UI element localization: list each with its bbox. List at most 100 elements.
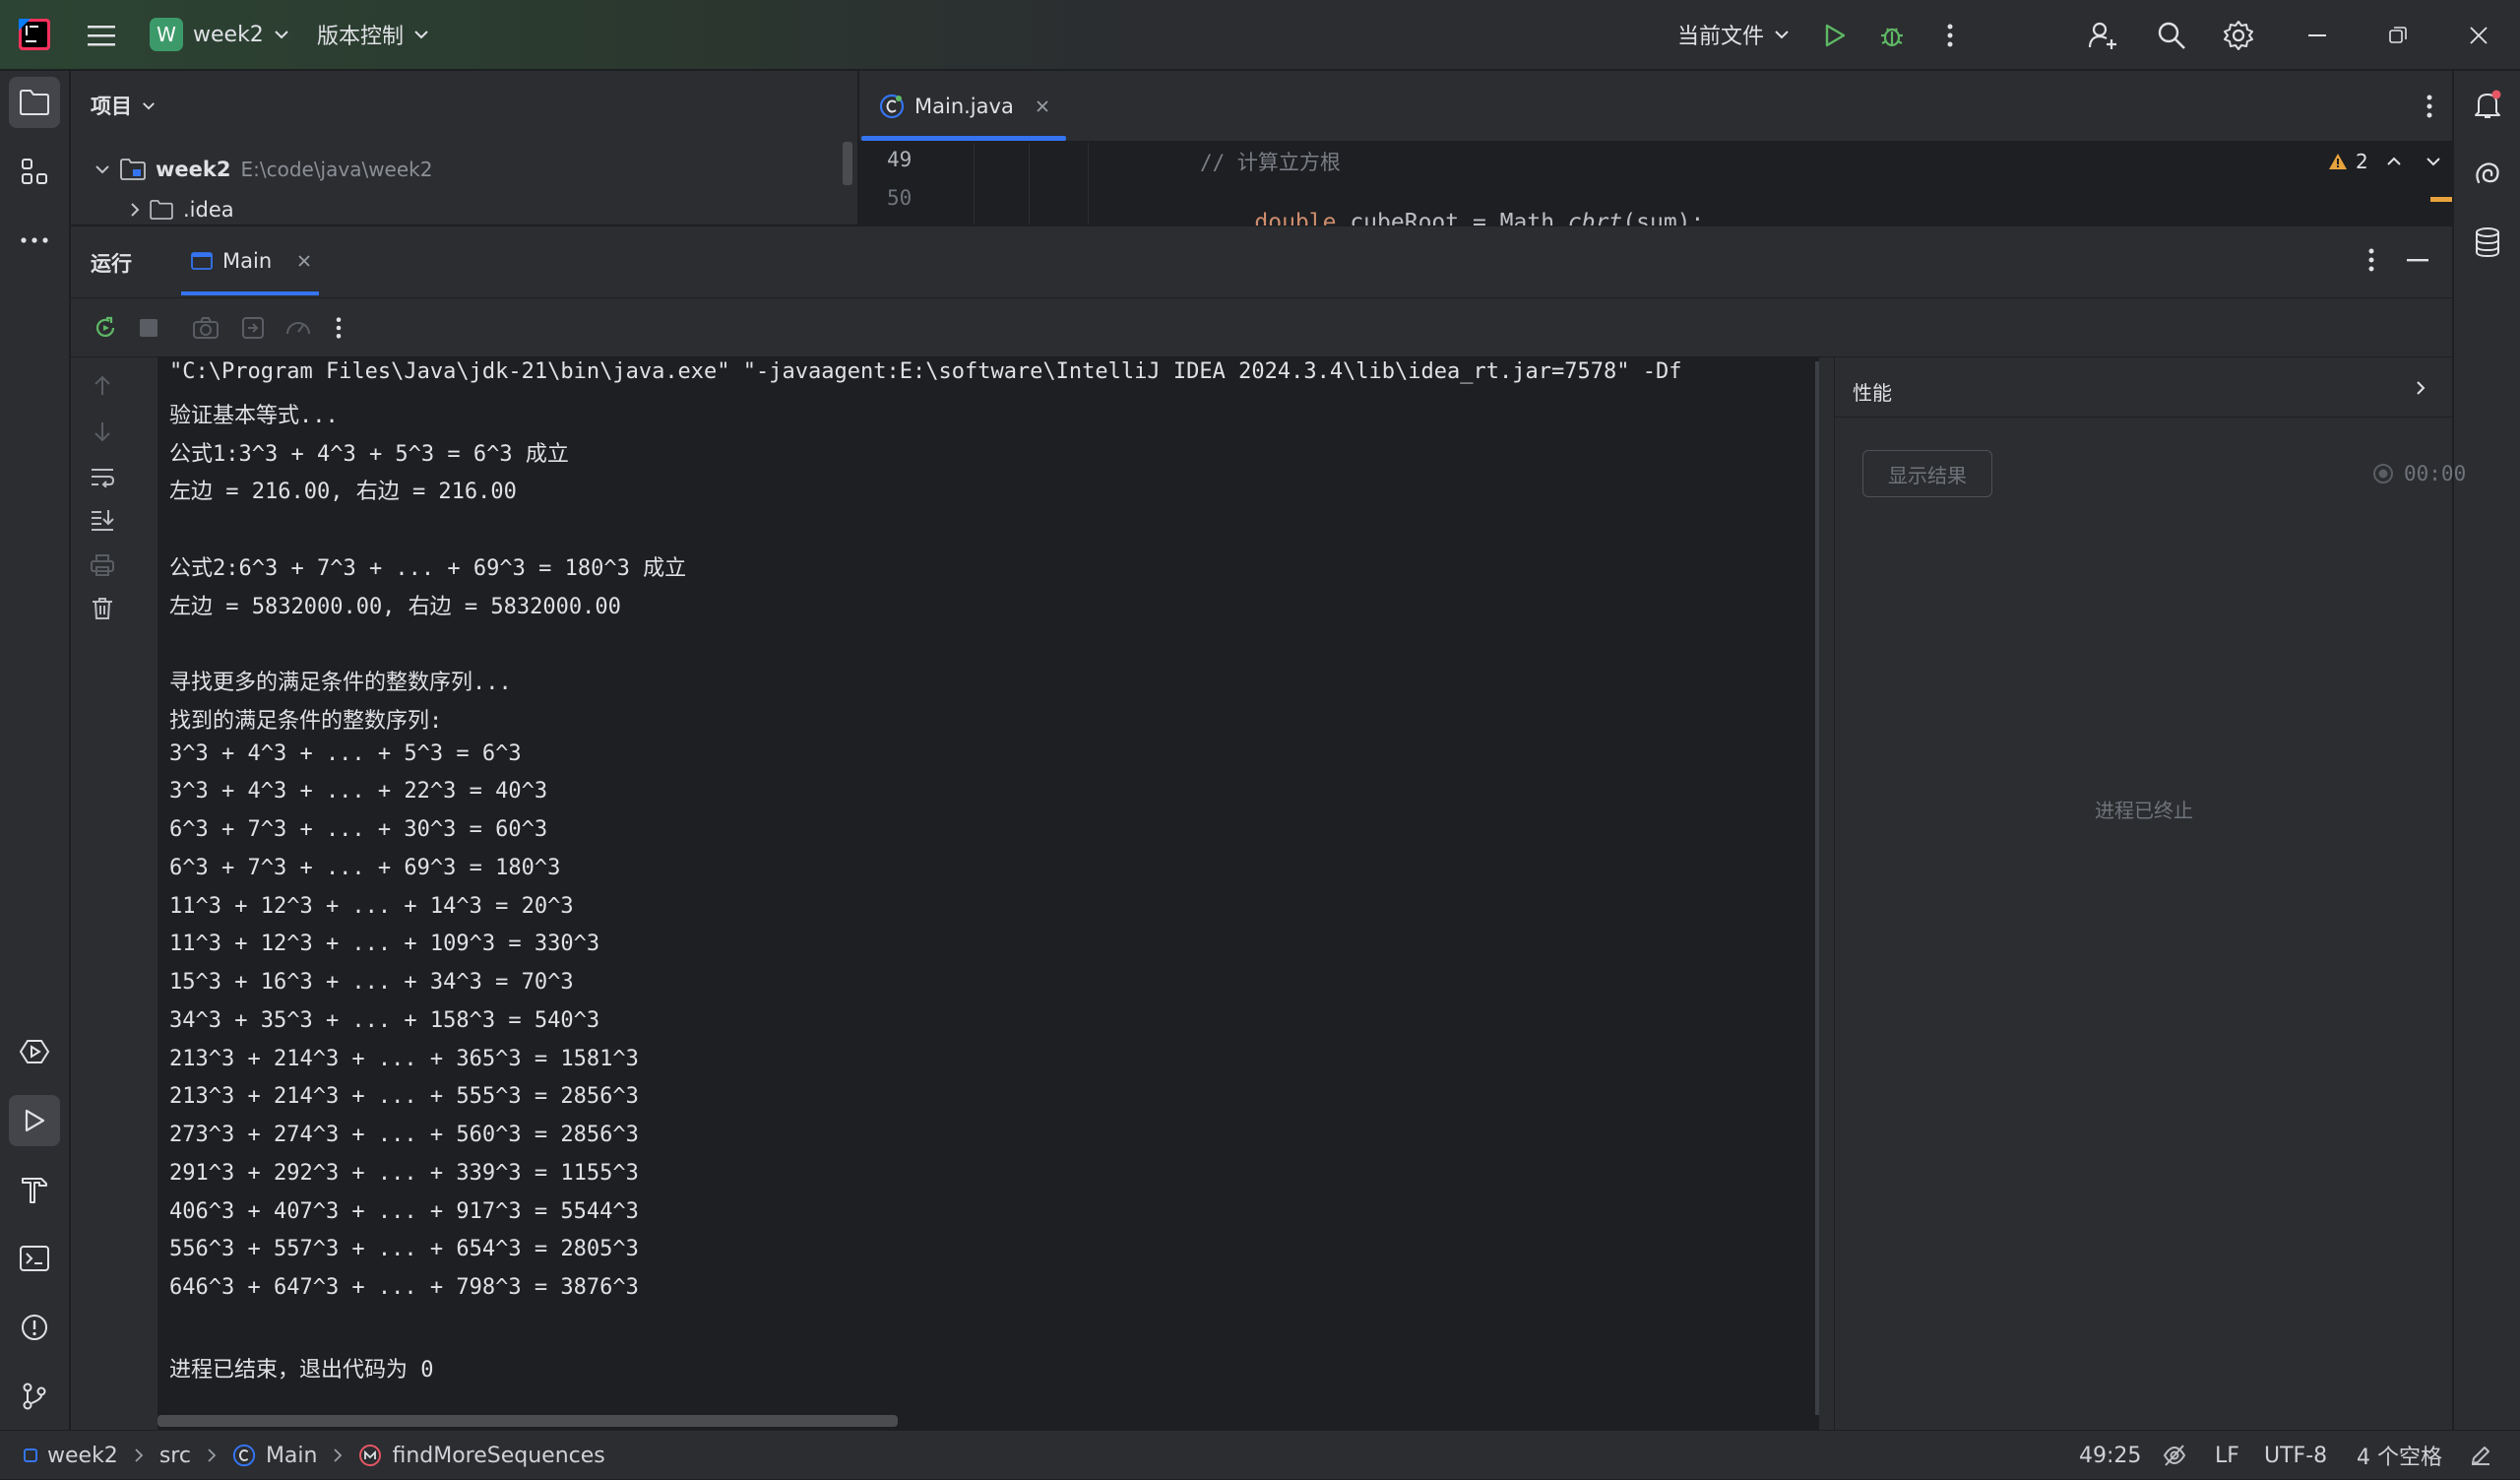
console-line: 406^3 + 407^3 + ... + 917^3 = 5544^3 xyxy=(169,1198,639,1224)
project-tool-button[interactable] xyxy=(9,77,60,128)
settings-gear-icon[interactable] xyxy=(2219,16,2258,55)
tree-row-idea[interactable]: .idea xyxy=(130,195,234,225)
indent-setting[interactable]: 4 个空格 xyxy=(2357,1431,2442,1480)
chevron-right-icon[interactable] xyxy=(130,202,140,218)
show-results-button[interactable]: 显示结果 xyxy=(1862,450,1992,497)
console-line: 左边 = 216.00, 右边 = 216.00 xyxy=(169,480,517,505)
problems-icon xyxy=(22,1315,47,1340)
run-tab-main[interactable]: Main xyxy=(181,236,321,286)
performance-panel: 性能 显示结果 00:00 进程已终止 xyxy=(1834,357,2466,1431)
chevron-down-icon[interactable] xyxy=(2426,157,2441,166)
git-tool-button[interactable] xyxy=(9,1371,60,1422)
structure-tool-button[interactable] xyxy=(9,146,60,197)
error-stripe-marker[interactable] xyxy=(2430,197,2452,202)
folder-icon xyxy=(20,90,49,115)
main-menu-icon[interactable] xyxy=(85,20,118,51)
more-horizontal-icon xyxy=(21,237,48,243)
title-bar: W week2 版本控制 当前文件 xyxy=(0,0,2520,70)
divider xyxy=(1835,417,2453,418)
readonly-toggle-icon[interactable] xyxy=(2469,1431,2492,1480)
close-window-icon[interactable] xyxy=(2459,16,2498,55)
run-config-label: 当前文件 xyxy=(1677,25,1765,49)
breadcrumb-item[interactable]: src xyxy=(159,1444,191,1468)
divider xyxy=(71,297,2452,298)
debug-button[interactable] xyxy=(1874,18,1910,53)
notifications-button[interactable] xyxy=(2462,79,2513,130)
project-scrollbar[interactable] xyxy=(843,142,852,185)
console-horizontal-scrollbar[interactable] xyxy=(158,1415,898,1427)
rerun-button[interactable] xyxy=(89,311,122,345)
run-button[interactable] xyxy=(1817,18,1853,53)
record-icon xyxy=(2373,464,2393,483)
terminal-tool-button[interactable] xyxy=(9,1233,60,1284)
run-panel-options-icon[interactable] xyxy=(2357,242,2386,278)
editor-tabs-more-icon[interactable] xyxy=(2415,89,2444,124)
module-icon xyxy=(24,1448,37,1462)
active-tab-underline xyxy=(861,136,1066,141)
print-icon[interactable] xyxy=(87,549,118,581)
chevron-right-icon xyxy=(135,1448,144,1462)
breadcrumb-item[interactable]: week2 xyxy=(47,1444,118,1468)
chevron-right-icon[interactable] xyxy=(2406,373,2435,403)
console-line: "C:\Program Files\Java\jdk-21\bin\java.e… xyxy=(169,359,1682,384)
code-with-me-icon[interactable] xyxy=(2083,16,2122,55)
console-line: 11^3 + 12^3 + ... + 14^3 = 20^3 xyxy=(169,893,574,919)
services-tool-button[interactable] xyxy=(9,1026,60,1077)
database-button[interactable] xyxy=(2462,217,2513,268)
soft-wrap-icon[interactable] xyxy=(87,461,118,492)
problems-tool-button[interactable] xyxy=(9,1302,60,1353)
chevron-up-icon[interactable] xyxy=(2386,157,2402,166)
profiler-icon[interactable] xyxy=(282,311,315,345)
minimize-window-icon[interactable] xyxy=(2298,16,2337,55)
tree-row-root[interactable]: week2 E:\code\java\week2 xyxy=(94,154,432,185)
scroll-down-icon[interactable] xyxy=(87,416,118,447)
vcs-widget[interactable]: 版本控制 xyxy=(317,16,429,53)
project-widget[interactable]: W week2 xyxy=(150,16,289,53)
project-panel-header[interactable]: 项目 xyxy=(91,91,156,120)
restore-layout-icon[interactable] xyxy=(236,311,270,345)
warning-count: 2 xyxy=(2356,150,2368,173)
console-output[interactable]: "C:\Program Files\Java\jdk-21\bin\java.e… xyxy=(158,357,1819,1431)
run-toolbar-more-icon[interactable] xyxy=(327,311,350,345)
search-icon[interactable] xyxy=(2152,16,2191,55)
scroll-to-end-icon[interactable] xyxy=(87,504,118,536)
thread-dump-icon[interactable] xyxy=(189,311,222,345)
caret-position[interactable]: 49:25 xyxy=(2079,1431,2141,1480)
console-vertical-scrollbar[interactable] xyxy=(1815,361,1819,1415)
run-icon xyxy=(25,1109,45,1132)
breadcrumb-item[interactable]: findMoreSequences xyxy=(392,1444,604,1468)
services-icon xyxy=(19,1040,50,1063)
close-tab-icon[interactable] xyxy=(297,254,311,268)
scroll-up-icon[interactable] xyxy=(87,370,118,402)
line-number: 50 xyxy=(887,186,913,210)
more-actions-icon[interactable] xyxy=(1935,18,1965,53)
inspection-widget[interactable]: 2 xyxy=(2328,150,2441,173)
left-tool-strip xyxy=(0,71,70,1430)
build-tool-button[interactable] xyxy=(9,1164,60,1215)
tree-item-label: .idea xyxy=(183,198,234,222)
right-tool-strip xyxy=(2453,71,2520,1430)
more-tools-button[interactable] xyxy=(9,215,60,266)
line-separator[interactable]: LF xyxy=(2215,1431,2239,1480)
run-tool-button[interactable] xyxy=(9,1095,60,1146)
run-config-selector[interactable]: 当前文件 xyxy=(1677,16,1790,53)
restore-window-icon[interactable] xyxy=(2378,16,2418,55)
breadcrumb-item[interactable]: Main xyxy=(266,1444,318,1468)
clear-all-icon[interactable] xyxy=(87,593,118,624)
breadcrumb: week2 src Main findMoreSequences xyxy=(24,1431,605,1480)
line-number: 49 xyxy=(887,148,913,171)
chevron-down-icon[interactable] xyxy=(94,164,110,174)
close-tab-icon[interactable] xyxy=(1036,99,1049,113)
console-line: 验证基本等式... xyxy=(169,403,339,428)
file-encoding[interactable]: UTF-8 xyxy=(2264,1431,2327,1480)
ai-status-icon[interactable] xyxy=(2162,1431,2187,1480)
console-line: 15^3 + 16^3 + ... + 34^3 = 70^3 xyxy=(169,970,574,995)
console-line: 3^3 + 4^3 + ... + 5^3 = 6^3 xyxy=(169,740,522,766)
intellij-logo-icon[interactable] xyxy=(18,18,51,51)
console-line: 3^3 + 4^3 + ... + 22^3 = 40^3 xyxy=(169,779,548,804)
project-panel: 项目 week2 E:\code\java\week2 .idea xyxy=(71,71,858,225)
hide-panel-icon[interactable] xyxy=(2400,242,2435,278)
editor-tab-main-java[interactable]: Main.java xyxy=(859,71,1066,142)
ai-assistant-button[interactable] xyxy=(2462,148,2513,199)
stop-button[interactable] xyxy=(132,311,165,345)
